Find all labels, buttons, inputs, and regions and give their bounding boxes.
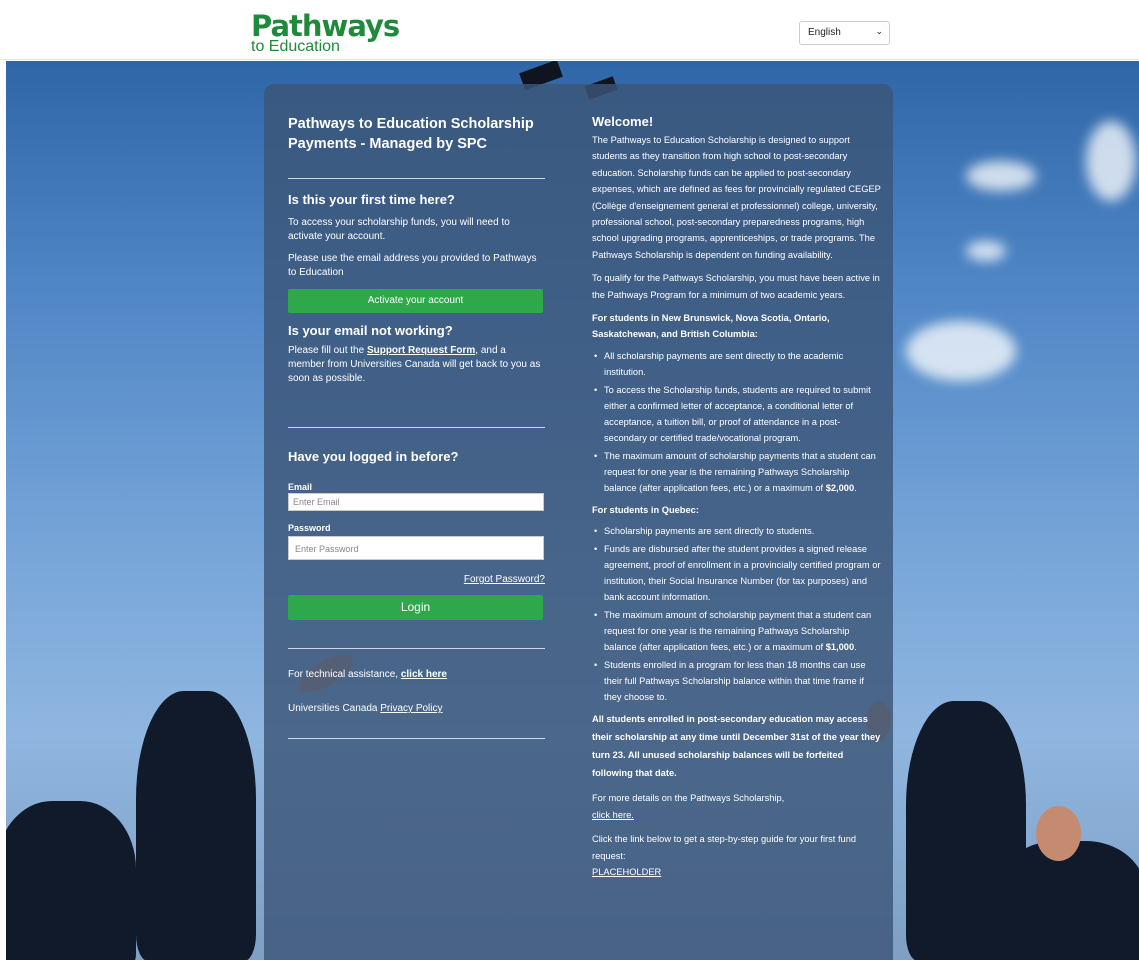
divider	[288, 648, 545, 649]
logged-in-before-heading: Have you logged in before?	[288, 449, 459, 464]
privacy-policy-text: Universities Canada Privacy Policy	[288, 703, 443, 714]
more-details-link[interactable]: click here.	[592, 807, 882, 823]
list-item: The maximum amount of scholarship paymen…	[592, 607, 882, 655]
forgot-password-row: Forgot Password?	[288, 574, 545, 585]
age-deadline-notice: All students enrolled in post-secondary …	[592, 714, 881, 779]
email-not-working-heading: Is your email not working?	[288, 323, 453, 338]
more-details-text: For more details on the Pathways Scholar…	[592, 793, 785, 804]
list-item: All scholarship payments are sent direct…	[592, 348, 882, 380]
first-time-text-1: To access your scholarship funds, you wi…	[288, 217, 510, 242]
language-selected-value: English	[808, 27, 841, 38]
login-button[interactable]: Login	[288, 595, 543, 620]
site-header: Pathways to Education English ⌄	[0, 0, 1139, 60]
welcome-heading: Welcome!	[592, 114, 654, 129]
portal-title: Pathways to Education Scholarship Paymen…	[288, 116, 534, 152]
divider	[288, 178, 545, 179]
support-request-form-link[interactable]: Support Request Form	[367, 345, 475, 356]
password-input[interactable]: Enter Password	[288, 536, 544, 560]
guide-link[interactable]: PLACEHOLDER	[592, 864, 882, 880]
activate-account-button[interactable]: Activate your account	[288, 289, 543, 313]
language-select[interactable]: English ⌄	[799, 21, 890, 45]
email-input[interactable]: Enter Email	[288, 493, 544, 511]
technical-assistance-text: For technical assistance, click here	[288, 669, 447, 680]
guide-text: Click the link below to get a step-by-st…	[592, 834, 857, 861]
qualify-paragraph: To qualify for the Pathways Scholarship,…	[592, 273, 880, 300]
divider	[288, 427, 545, 428]
group1-heading: For students in New Brunswick, Nova Scot…	[592, 313, 830, 340]
logo-main-text: Pathways	[251, 9, 400, 43]
left-column: Pathways to Education Scholarship Paymen…	[288, 114, 545, 739]
email-label: Email	[288, 482, 313, 492]
group2-heading: For students in Quebec:	[592, 504, 699, 515]
first-time-heading: Is this your first time here?	[288, 192, 455, 207]
password-label: Password	[288, 523, 331, 533]
list-item: Scholarship payments are sent directly t…	[592, 523, 882, 539]
list-item: To access the Scholarship funds, student…	[592, 382, 882, 446]
pathways-logo[interactable]: Pathways to Education	[251, 9, 400, 55]
welcome-paragraph: The Pathways to Education Scholarship is…	[592, 135, 881, 260]
list-item: Students enrolled in a program for less …	[592, 657, 882, 705]
divider	[288, 738, 545, 739]
email-issue-text: Please fill out the Support Request Form…	[288, 345, 541, 384]
group1-list: All scholarship payments are sent direct…	[592, 348, 882, 496]
chevron-down-icon: ⌄	[875, 26, 883, 36]
list-item: Funds are disbursed after the student pr…	[592, 541, 882, 605]
privacy-policy-link[interactable]: Privacy Policy	[380, 703, 442, 714]
technical-assistance-link[interactable]: click here	[401, 669, 447, 680]
list-item: The maximum amount of scholarship paymen…	[592, 448, 882, 496]
first-time-text-2: Please use the email address you provide…	[288, 253, 537, 278]
right-column: Welcome! The Pathways to Education Schol…	[592, 114, 882, 880]
forgot-password-link[interactable]: Forgot Password?	[464, 574, 545, 585]
group2-list: Scholarship payments are sent directly t…	[592, 523, 882, 705]
